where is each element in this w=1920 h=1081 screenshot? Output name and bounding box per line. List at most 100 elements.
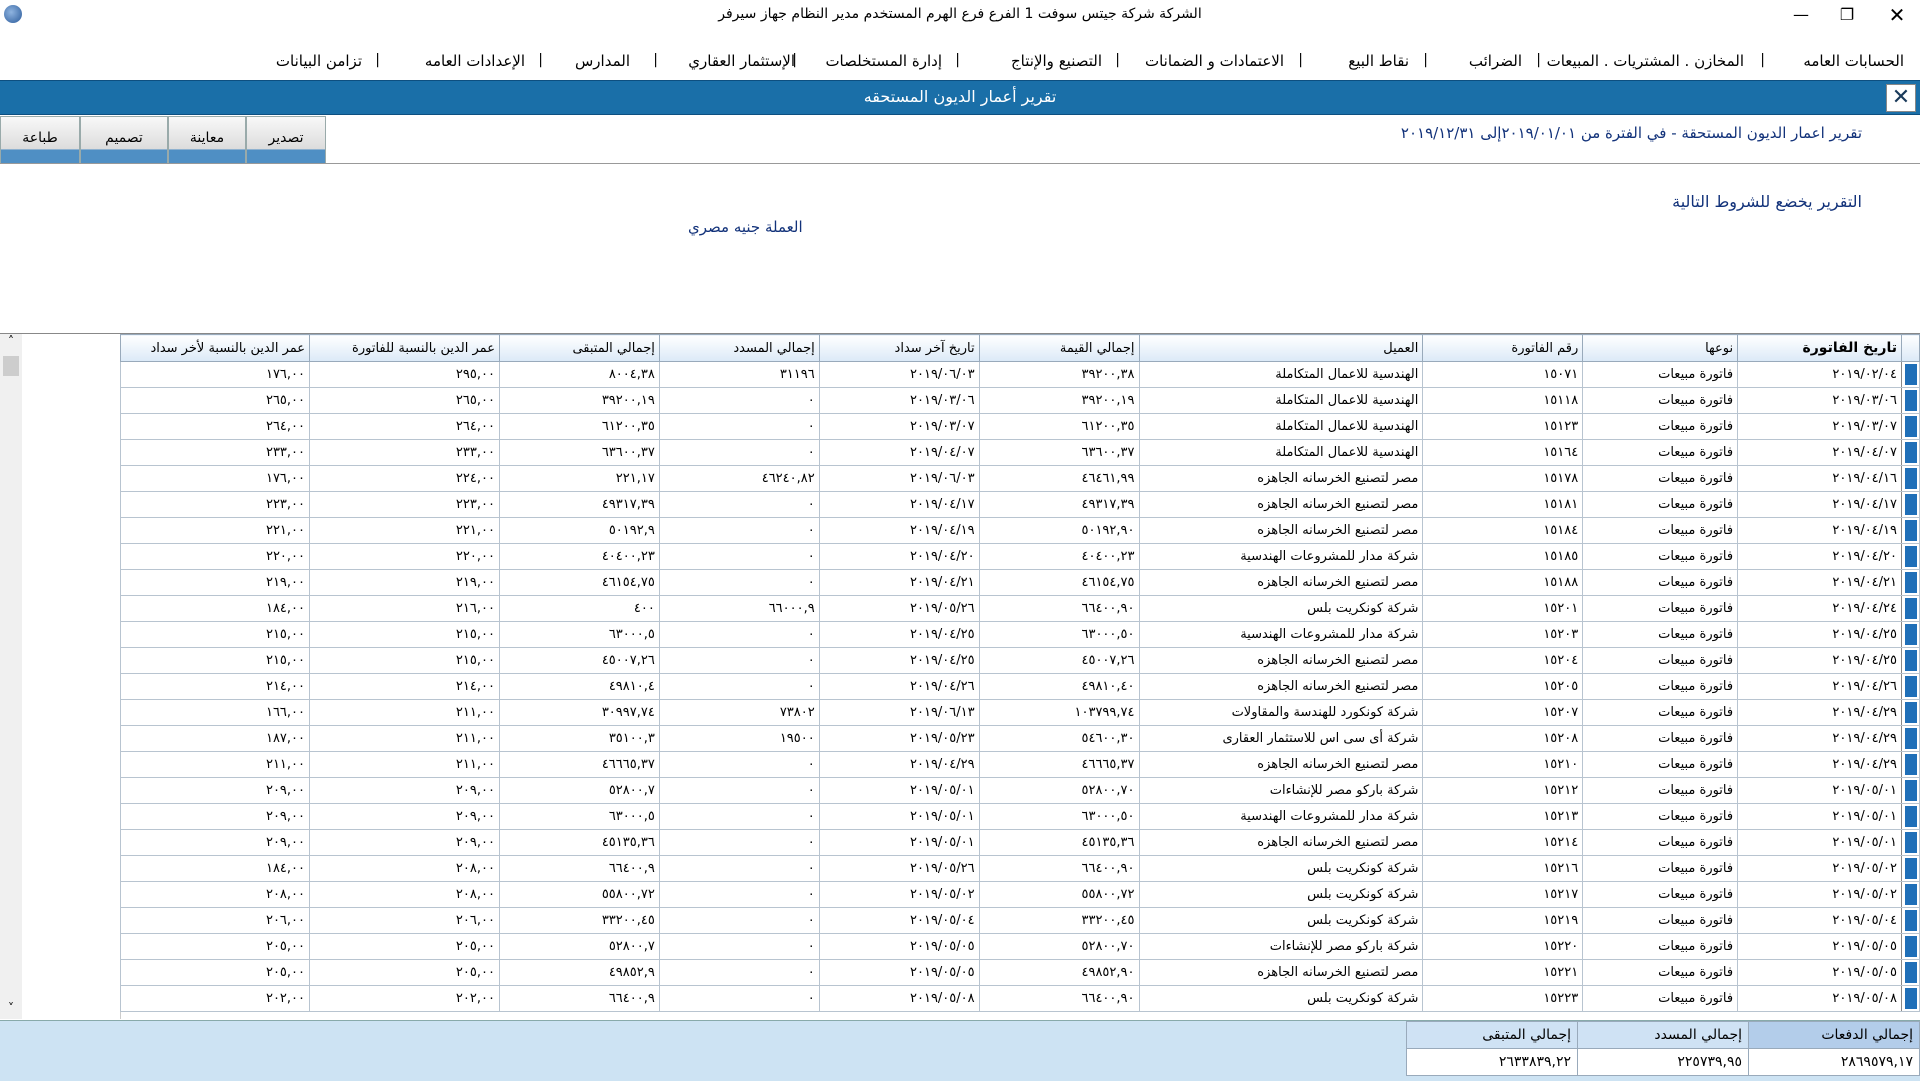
age-by-last-payment-cell[interactable]: ٢٠٩,٠٠ [119, 803, 311, 830]
preview-button[interactable]: معاينة [168, 116, 246, 164]
invoice-number-cell[interactable]: ١٥٢١٦ [1422, 855, 1584, 882]
customer-cell[interactable]: مصر لتصنيع الخرسانه الجاهزه [1138, 491, 1424, 518]
row-selector[interactable] [1901, 751, 1920, 778]
row-selector[interactable] [1901, 673, 1920, 700]
last-payment-date-cell[interactable]: ٢٠١٩/٠٦/٠٣ [818, 361, 980, 388]
table-row[interactable]: ٢٠١٩/٠٥/٠٢ فاتورة مبيعات ١٥٢١٦ شركة كونكريت… [119, 855, 1920, 882]
total-value-cell[interactable]: ٤٦٦٦٥,٣٧ [978, 751, 1140, 778]
total-remaining-cell[interactable]: ٤٦٦٦٥,٣٧ [498, 751, 660, 778]
customer-cell[interactable]: شركة كونكورد للهندسة والمقاولات [1138, 699, 1424, 726]
invoice-type-cell[interactable]: فاتورة مبيعات [1582, 361, 1739, 388]
age-by-last-payment-cell[interactable]: ٢٦٤,٠٠ [119, 413, 311, 440]
invoice-date-cell[interactable]: ٢٠١٩/٠٤/١٩ [1737, 517, 1903, 544]
invoice-type-cell[interactable]: فاتورة مبيعات [1582, 985, 1739, 1012]
invoice-type-cell[interactable]: فاتورة مبيعات [1582, 543, 1739, 570]
total-value-cell[interactable]: ٦٦٤٠٠,٩٠ [978, 985, 1140, 1012]
age-by-last-payment-cell[interactable]: ٢٠٩,٠٠ [119, 829, 311, 856]
table-row[interactable]: ٢٠١٩/٠٣/٠٦ فاتورة مبيعات ١٥١١٨ الهندسية للا… [119, 387, 1920, 414]
invoice-type-cell[interactable]: فاتورة مبيعات [1582, 491, 1739, 518]
total-value-cell[interactable]: ٥٢٨٠٠,٧٠ [978, 933, 1140, 960]
invoice-number-cell[interactable]: ١٥١٦٤ [1422, 439, 1584, 466]
design-button[interactable]: تصميم [80, 116, 168, 164]
total-remaining-cell[interactable]: ٤٦١٥٤,٧٥ [498, 569, 660, 596]
row-selector[interactable] [1901, 543, 1920, 570]
table-row[interactable]: ٢٠١٩/٠٥/٠٥ فاتورة مبيعات ١٥٢٢٠ شركة باركو م… [119, 933, 1920, 960]
age-by-invoice-cell[interactable]: ٢٠٥,٠٠ [309, 959, 500, 986]
row-selector[interactable] [1901, 907, 1920, 934]
invoice-type-cell[interactable]: فاتورة مبيعات [1582, 595, 1739, 622]
invoice-date-cell[interactable]: ٢٠١٩/٠٤/١٦ [1737, 465, 1903, 492]
last-payment-date-cell[interactable]: ٢٠١٩/٠٥/٢٦ [818, 595, 980, 622]
customer-cell[interactable]: شركة أى سى اس للاستثمار العقارى [1138, 725, 1424, 752]
invoice-number-cell[interactable]: ١٥٢١٠ [1422, 751, 1584, 778]
age-by-last-payment-cell[interactable]: ٢٢١,٠٠ [119, 517, 311, 544]
total-remaining-cell[interactable]: ٤٩٣١٧,٣٩ [498, 491, 660, 518]
row-selector[interactable] [1901, 881, 1920, 908]
invoice-type-cell[interactable]: فاتورة مبيعات [1582, 673, 1739, 700]
invoice-date-cell[interactable]: ٢٠١٩/٠٥/٠٥ [1737, 959, 1903, 986]
row-selector[interactable] [1901, 699, 1920, 726]
total-remaining-cell[interactable]: ٦٣٠٠٠,٥ [498, 803, 660, 830]
total-paid-cell[interactable]: ٣١١٩٦ [658, 361, 820, 388]
table-row[interactable]: ٢٠١٩/٠٥/٠٨ فاتورة مبيعات ١٥٢٢٣ شركة كونكريت… [119, 985, 1920, 1012]
close-report-button[interactable]: ✕ [1886, 84, 1916, 112]
last-payment-date-cell[interactable]: ٢٠١٩/٠٤/٢٥ [818, 647, 980, 674]
age-by-invoice-cell[interactable]: ٢١٩,٠٠ [309, 569, 500, 596]
col-age-by-last-payment[interactable]: عمر الدين بالنسبة لأخر سداد [119, 334, 311, 362]
customer-cell[interactable]: الهندسية للاعمال المتكاملة [1138, 361, 1424, 388]
total-remaining-cell[interactable]: ٤٥١٣٥,٣٦ [498, 829, 660, 856]
invoice-number-cell[interactable]: ١٥٢١٧ [1422, 881, 1584, 908]
total-remaining-cell[interactable]: ٣٣٢٠٠,٤٥ [498, 907, 660, 934]
table-row[interactable]: ٢٠١٩/٠٤/٢٤ فاتورة مبيعات ١٥٢٠١ شركة كونكريت… [119, 595, 1920, 622]
age-by-invoice-cell[interactable]: ٢١٥,٠٠ [309, 621, 500, 648]
invoice-type-cell[interactable]: فاتورة مبيعات [1582, 699, 1739, 726]
customer-cell[interactable]: شركة كونكريت بلس [1138, 881, 1424, 908]
total-remaining-cell[interactable]: ٨٠٠٤,٣٨ [498, 361, 660, 388]
customer-cell[interactable]: مصر لتصنيع الخرسانه الجاهزه [1138, 647, 1424, 674]
age-by-invoice-cell[interactable]: ٢٠٦,٠٠ [309, 907, 500, 934]
invoice-number-cell[interactable]: ١٥٢١٩ [1422, 907, 1584, 934]
menu-real-estate[interactable]: الإستثمار العقاري [688, 52, 795, 70]
invoice-number-cell[interactable]: ١٥٢٠٣ [1422, 621, 1584, 648]
invoice-date-cell[interactable]: ٢٠١٩/٠٤/٢٩ [1737, 725, 1903, 752]
menu-credits-guarantees[interactable]: الاعتمادات و الضمانات [1145, 52, 1284, 70]
table-row[interactable]: ٢٠١٩/٠٥/٠٥ فاتورة مبيعات ١٥٢٢١ مصر لتصنيع ا… [119, 959, 1920, 986]
total-value-cell[interactable]: ٥٥٨٠٠,٧٢ [978, 881, 1140, 908]
last-payment-date-cell[interactable]: ٢٠١٩/٠٥/٠١ [818, 829, 980, 856]
customer-cell[interactable]: مصر لتصنيع الخرسانه الجاهزه [1138, 673, 1424, 700]
invoice-date-cell[interactable]: ٢٠١٩/٠٤/٢٦ [1737, 673, 1903, 700]
customer-cell[interactable]: مصر لتصنيع الخرسانه الجاهزه [1138, 959, 1424, 986]
total-remaining-cell[interactable]: ٥٢٨٠٠,٧ [498, 933, 660, 960]
menu-extracts-management[interactable]: إدارة المستخلصات [825, 52, 942, 70]
invoice-number-cell[interactable]: ١٥٢١٤ [1422, 829, 1584, 856]
age-by-invoice-cell[interactable]: ٢٢٣,٠٠ [309, 491, 500, 518]
row-selector[interactable] [1901, 361, 1920, 388]
total-remaining-cell[interactable]: ٦٣٠٠٠,٥ [498, 621, 660, 648]
total-value-cell[interactable]: ٤٥٠٠٧,٢٦ [978, 647, 1140, 674]
total-value-cell[interactable]: ٦٣٦٠٠,٣٧ [978, 439, 1140, 466]
total-paid-cell[interactable]: ٠ [658, 439, 820, 466]
total-value-cell[interactable]: ٤٥١٣٥,٣٦ [978, 829, 1140, 856]
age-by-last-payment-cell[interactable]: ١٨٤,٠٠ [119, 595, 311, 622]
invoice-number-cell[interactable]: ١٥٢٢٣ [1422, 985, 1584, 1012]
row-selector[interactable] [1901, 959, 1920, 986]
table-row[interactable]: ٢٠١٩/٠٣/٠٧ فاتورة مبيعات ١٥١٢٣ الهندسية للا… [119, 413, 1920, 440]
invoice-date-cell[interactable]: ٢٠١٩/٠٤/٢١ [1737, 569, 1903, 596]
invoice-date-cell[interactable]: ٢٠١٩/٠٤/٠٧ [1737, 439, 1903, 466]
total-paid-cell[interactable]: ٦٦٠٠٠,٩ [658, 595, 820, 622]
table-row[interactable]: ٢٠١٩/٠٢/٠٤ فاتورة مبيعات ١٥٠٧١ الهندسية للا… [119, 361, 1920, 388]
total-remaining-cell[interactable]: ٦١٢٠٠,٣٥ [498, 413, 660, 440]
invoice-type-cell[interactable]: فاتورة مبيعات [1582, 517, 1739, 544]
total-value-cell[interactable]: ٦١٢٠٠,٣٥ [978, 413, 1140, 440]
age-by-last-payment-cell[interactable]: ٢٠٢,٠٠ [119, 985, 311, 1012]
invoice-type-cell[interactable]: فاتورة مبيعات [1582, 751, 1739, 778]
invoice-type-cell[interactable]: فاتورة مبيعات [1582, 621, 1739, 648]
total-value-cell[interactable]: ٦٦٤٠٠,٩٠ [978, 855, 1140, 882]
invoice-type-cell[interactable]: فاتورة مبيعات [1582, 465, 1739, 492]
age-by-invoice-cell[interactable]: ٢١١,٠٠ [309, 751, 500, 778]
total-value-cell[interactable]: ٥٠١٩٢,٩٠ [978, 517, 1140, 544]
invoice-number-cell[interactable]: ١٥١٧٨ [1422, 465, 1584, 492]
total-value-cell[interactable]: ٤٩٨١٠,٤٠ [978, 673, 1140, 700]
total-paid-cell[interactable]: ٠ [658, 777, 820, 804]
last-payment-date-cell[interactable]: ٢٠١٩/٠٥/٠٥ [818, 933, 980, 960]
